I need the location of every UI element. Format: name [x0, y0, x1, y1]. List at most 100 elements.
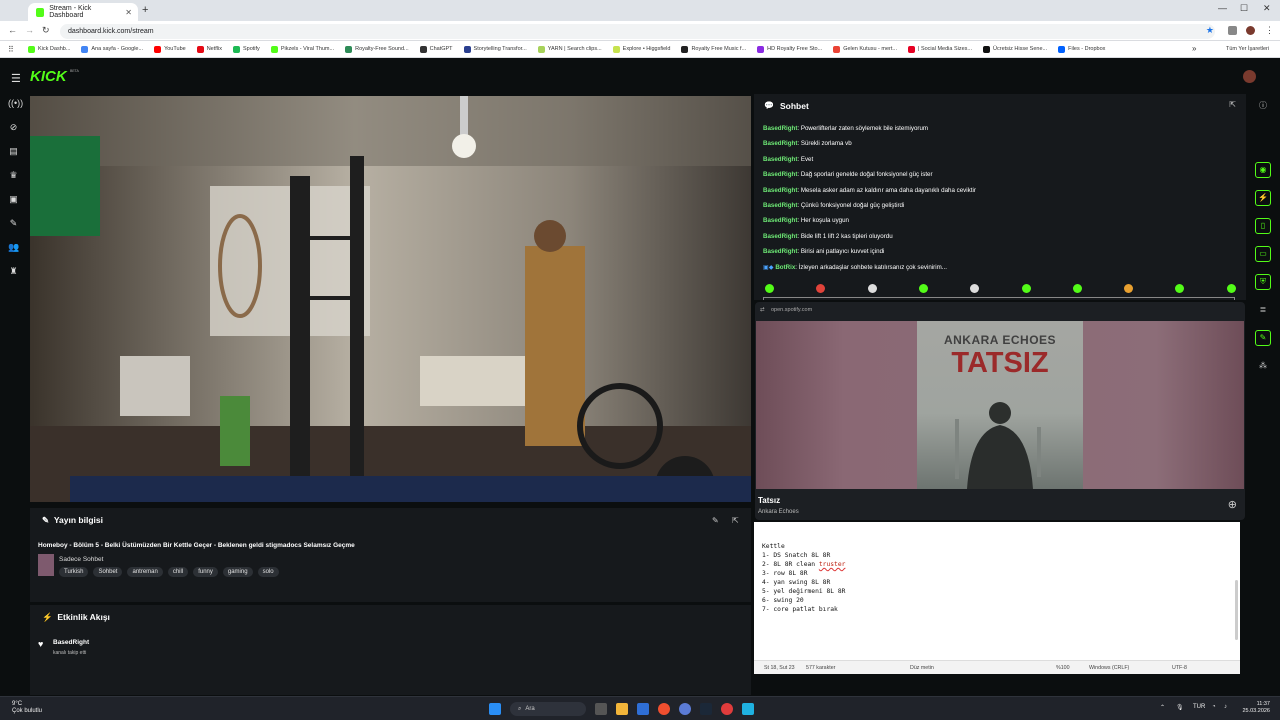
- trophy-icon[interactable]: ♛: [8, 170, 19, 181]
- wifi-icon[interactable]: ◔: [1212, 704, 1216, 710]
- bookmark-item[interactable]: | Social Media Sizes...: [908, 45, 972, 53]
- spotify-window[interactable]: ⇄ open.spotify.com ANKARA ECHOES TATSIZ …: [755, 302, 1245, 520]
- bookmark-item[interactable]: Gelen Kutusu - mert...: [833, 45, 897, 53]
- layout-icon[interactable]: ▤: [8, 146, 19, 157]
- taskbar-search[interactable]: ⌕ Ara: [510, 702, 586, 716]
- maximize-icon[interactable]: ☐: [1240, 3, 1248, 14]
- bookmark-item[interactable]: Storytelling Transfor...: [463, 45, 527, 53]
- bookmark-item[interactable]: Royalty Free Music f...: [681, 45, 746, 53]
- back-icon[interactable]: ←: [8, 25, 17, 35]
- notepad-window[interactable]: Kettle 1- DS Snatch 8L 8R 2- 8L 8R clean…: [754, 522, 1240, 674]
- file-explorer-icon[interactable]: [616, 703, 628, 715]
- live-stream-icon[interactable]: ((•)): [8, 98, 23, 109]
- info-icon[interactable]: ⓘ: [1255, 98, 1271, 114]
- nodes-icon[interactable]: ⁂: [1255, 358, 1271, 374]
- bookmark-item[interactable]: Files - Dropbox: [1058, 45, 1105, 53]
- stream-tag[interactable]: chill: [167, 567, 189, 577]
- emote-icon[interactable]: [765, 284, 774, 293]
- lightning-icon[interactable]: ⚡: [1255, 190, 1271, 206]
- edit-icon[interactable]: ✎: [712, 516, 719, 525]
- language-indicator[interactable]: TUR: [1193, 704, 1205, 710]
- microphone-icon[interactable]: 🎙: [1176, 704, 1184, 711]
- chat-username[interactable]: BasedRight: [763, 156, 797, 163]
- emote-icon[interactable]: [1175, 284, 1185, 293]
- video-player[interactable]: [30, 96, 751, 502]
- track-artist[interactable]: Ankara Echoes: [758, 509, 799, 515]
- task-view-icon[interactable]: [595, 703, 607, 715]
- emote-icon[interactable]: [1124, 284, 1134, 293]
- bookmark-item[interactable]: Ana sayfa - Google...: [81, 45, 143, 53]
- profile-avatar[interactable]: [1246, 26, 1255, 35]
- app-icon[interactable]: [637, 703, 649, 715]
- emote-icon[interactable]: [1072, 284, 1082, 293]
- chat-username[interactable]: BasedRight: [763, 187, 797, 194]
- shield-icon[interactable]: ⛨: [1255, 274, 1271, 290]
- stream-category[interactable]: Sadece Sohbet: [59, 556, 103, 563]
- site-settings-icon[interactable]: ⇄: [760, 307, 765, 313]
- chat-username[interactable]: BasedRight: [763, 125, 797, 132]
- emote-icon[interactable]: [1226, 284, 1236, 293]
- weather-widget[interactable]: 9°C Çok bulutlu: [12, 701, 42, 715]
- message-icon[interactable]: ▭: [1255, 246, 1271, 262]
- wrench-icon[interactable]: ✎: [8, 218, 19, 229]
- bookmark-item[interactable]: HD Royalty Free Sto...: [757, 45, 822, 53]
- chat-username[interactable]: BasedRight: [763, 233, 797, 240]
- broadcast-icon[interactable]: ♜: [8, 266, 19, 277]
- popout-icon[interactable]: ⇱: [732, 516, 739, 525]
- stream-tag[interactable]: Turkish: [59, 567, 89, 577]
- apps-grid-icon[interactable]: ⠿: [8, 45, 14, 54]
- forward-icon[interactable]: →: [25, 25, 34, 35]
- steam-icon[interactable]: [700, 703, 712, 715]
- chat-popout-icon[interactable]: ⇱: [1229, 100, 1236, 109]
- emote-icon[interactable]: [816, 284, 826, 293]
- add-to-library-icon[interactable]: ⊕: [1228, 498, 1237, 511]
- new-tab-icon[interactable]: +: [142, 4, 148, 16]
- video-library-icon[interactable]: ▣: [8, 194, 19, 205]
- link-icon[interactable]: ⊘: [8, 122, 19, 133]
- bookmark-item[interactable]: ChatGPT: [419, 45, 453, 53]
- taskbar-clock[interactable]: 11:37 25.03.2026: [1242, 701, 1270, 715]
- bookmark-item[interactable]: Explore • Higgsfield: [612, 45, 670, 53]
- stream-tag[interactable]: Sohbet: [93, 567, 123, 577]
- emote-icon[interactable]: [867, 284, 877, 293]
- chat-username[interactable]: BasedRight: [763, 217, 797, 224]
- bookmark-item[interactable]: Spotify: [232, 45, 260, 53]
- volume-icon[interactable]: ♪: [1224, 704, 1227, 710]
- start-menu-icon[interactable]: [489, 703, 501, 715]
- users-icon[interactable]: 👥: [8, 242, 19, 253]
- reload-icon[interactable]: ↻: [42, 25, 50, 36]
- close-tab-icon[interactable]: ✕: [125, 8, 132, 17]
- chrome-icon[interactable]: [658, 703, 670, 715]
- chat-username[interactable]: BotRix: [775, 264, 795, 271]
- server-icon[interactable]: ≣: [1255, 302, 1271, 318]
- bookmark-star-icon[interactable]: ★: [1206, 25, 1214, 36]
- url-field[interactable]: dashboard.kick.com/stream: [60, 24, 1215, 39]
- stream-tag[interactable]: solo: [257, 567, 279, 577]
- bookmark-item[interactable]: Kick Dashb...: [28, 45, 70, 53]
- calculator-icon[interactable]: [742, 703, 754, 715]
- hamburger-menu-icon[interactable]: ☰: [11, 72, 21, 85]
- document-icon[interactable]: ▯: [1255, 218, 1271, 234]
- camera-icon[interactable]: ◉: [1255, 162, 1271, 178]
- chat-username[interactable]: BasedRight: [763, 140, 797, 147]
- emote-icon[interactable]: [1021, 284, 1031, 293]
- chat-username[interactable]: BasedRight: [763, 248, 797, 255]
- bookmark-item[interactable]: YARN | Search clips...: [537, 45, 602, 53]
- app-icon[interactable]: [679, 703, 691, 715]
- stream-tag[interactable]: antreman: [127, 567, 163, 577]
- bookmark-item[interactable]: Ücretsiz Hisse Sene...: [983, 45, 1047, 53]
- obs-icon[interactable]: [721, 703, 733, 715]
- more-bookmarks-icon[interactable]: »: [1192, 44, 1196, 53]
- chat-username[interactable]: BasedRight: [763, 202, 797, 209]
- emote-icon[interactable]: [970, 284, 980, 293]
- bookmark-item[interactable]: YouTube: [154, 45, 186, 53]
- tray-chevron-icon[interactable]: ⌃: [1160, 704, 1165, 711]
- notepad-scrollbar[interactable]: [1235, 580, 1238, 640]
- bookmark-item[interactable]: Pikzels - Viral Thum...: [270, 45, 334, 53]
- stream-tag[interactable]: gaming: [222, 567, 253, 577]
- bookmark-item[interactable]: Royalty-Free Sound...: [345, 45, 409, 53]
- all-bookmarks-link[interactable]: Tüm Yer İşaretleri: [1226, 46, 1269, 52]
- close-window-icon[interactable]: ✕: [1263, 3, 1271, 14]
- minimize-icon[interactable]: —: [1218, 3, 1227, 13]
- wrench-tool-icon[interactable]: ✎: [1255, 330, 1271, 346]
